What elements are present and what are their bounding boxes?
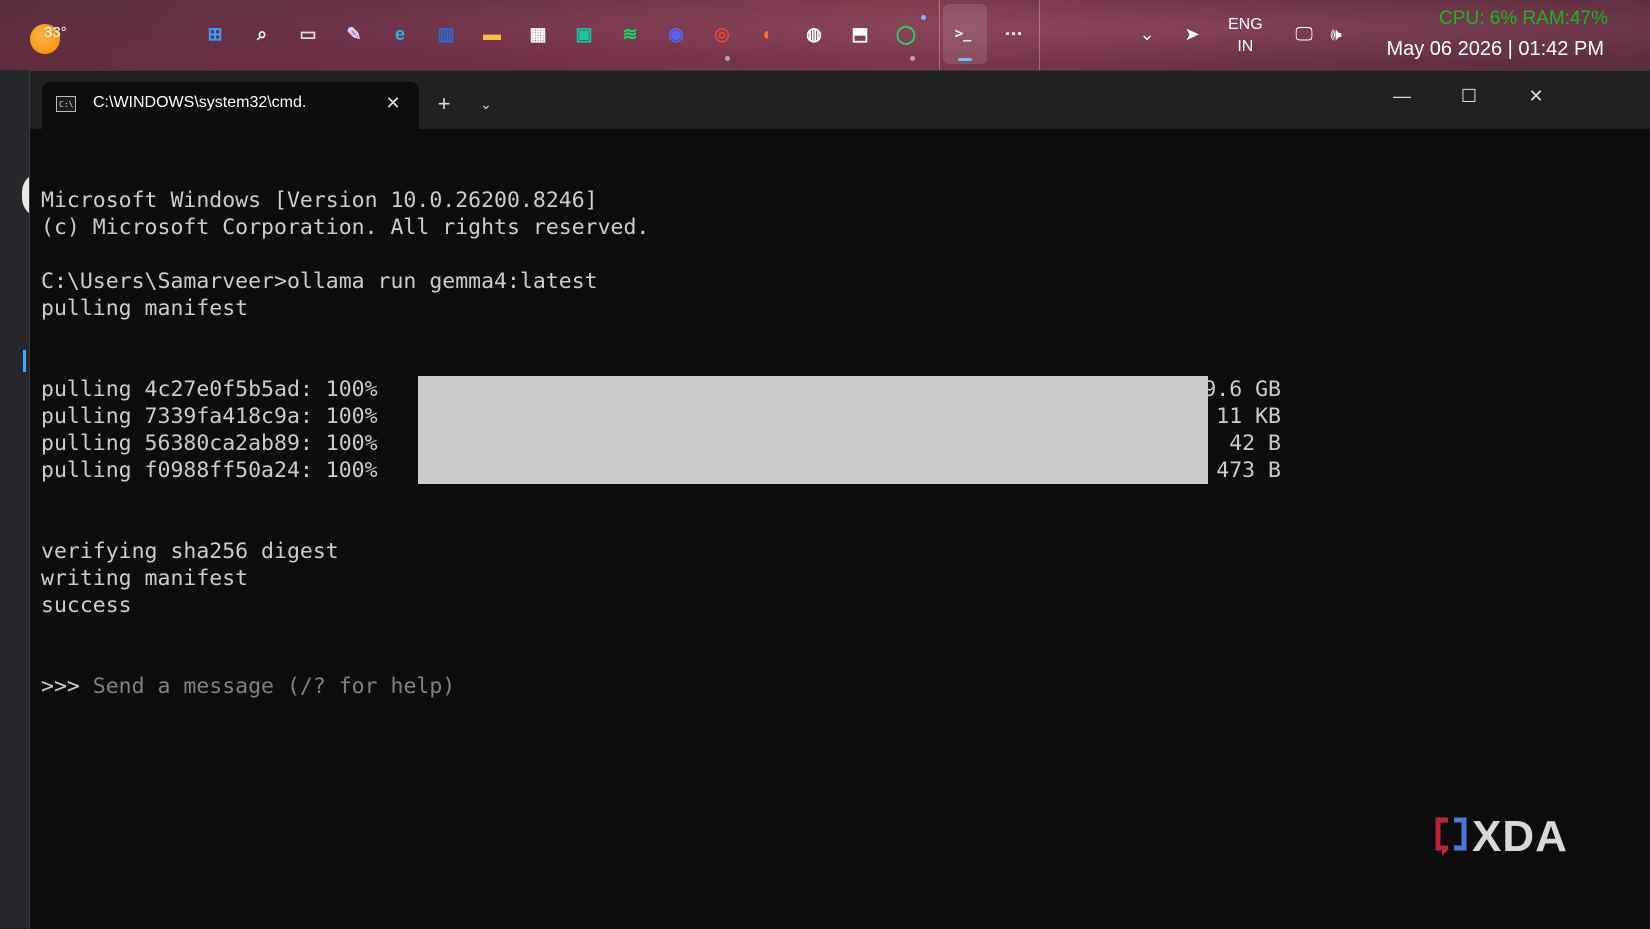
language-indicator[interactable]: ENG IN [1228,14,1263,58]
new-tab-button[interactable]: + [429,89,459,119]
tab-cmd[interactable]: C:\ C:\WINDOWS\system32\cmd. ✕ [42,82,419,129]
console-line: Microsoft Windows [Version 10.0.26200.82… [41,188,598,213]
file-explorer-icon[interactable]: ▬ [478,20,506,48]
search-icon[interactable]: ⌕ [248,20,276,48]
pull-label: pulling f0988ff50a24: 100% [41,458,378,483]
console-output[interactable]: Microsoft Windows [Version 10.0.26200.82… [41,133,1650,929]
weather-temperature: 33° [44,24,67,41]
pull-size: 11 KB [1216,404,1281,429]
pull-label: pulling 4c27e0f5b5ad: 100% [41,377,378,402]
progress-bar [418,430,1208,457]
pull-row: pulling 56380ca2ab89: 100% 42 B [41,430,1650,457]
terminal-icon[interactable]: >_ [949,20,977,48]
progress-bar-fill [418,376,1208,403]
console-line: C:\Users\Samarveer>ollama run gemma4:lat… [41,269,598,294]
prompt-symbol: >>> [41,674,93,699]
discord-icon[interactable]: ◉ [662,20,690,48]
console-line: writing manifest [41,566,249,591]
xda-watermark: XDA [1434,812,1568,862]
progress-bar [418,403,1208,430]
pull-row: pulling 7339fa418c9a: 100% 11 KB [41,403,1650,430]
pull-label: pulling 56380ca2ab89: 100% [41,431,378,456]
chrome-icon[interactable]: ◎ [708,20,736,48]
pull-size: 42 B [1229,431,1281,456]
taskbar: 33° ⊞ ⌕ ▭ ✎ e ▥ ▬ ▦ ▣ ≋ ◉ ◎ ◐ ◍ ⬒ ◯ >_ ··· ⌄ ➤ ENG IN 🖵 🕪… [0,0,1650,70]
terminal-active-indicator [958,58,972,61]
pull-size: 9.6 GB [1203,377,1281,402]
firefox-icon[interactable]: ◐ [754,20,782,48]
pull-row: pulling 4c27e0f5b5ad: 100% 9.6 GB [41,376,1650,403]
system-stats: CPU: 6% RAM:47% [1439,8,1608,29]
progress-bar [418,457,1208,484]
edge-icon[interactable]: e [386,20,414,48]
tab-title: C:\WINDOWS\system32\cmd. [93,94,307,111]
minimize-button[interactable]: — [1382,79,1422,113]
location-icon[interactable]: ➤ [1178,20,1206,48]
console-line: pulling manifest [41,296,249,321]
running-indicator-whatsapp [910,56,915,61]
task-view-icon[interactable]: ▭ [294,20,322,48]
console-line: success [41,593,132,618]
paint-icon[interactable]: ✎ [340,20,368,48]
cmd-icon: C:\ [56,96,76,112]
spotify-icon[interactable]: ≋ [616,20,644,48]
terminal-stats-icon[interactable]: ▥ [432,20,460,48]
pycharm-icon[interactable]: ▣ [570,20,598,48]
prompt-line[interactable]: >>> Send a message (/? for help) [41,673,1650,700]
terminal-window: C:\ C:\WINDOWS\system32\cmd. ✕ + ⌄ — ☐ ✕… [29,70,1650,929]
progress-bar-fill [418,430,1208,457]
xda-logo-text: XDA [1472,812,1568,861]
taskbar-separator [1039,0,1040,70]
tab-close-icon[interactable]: ✕ [380,90,406,116]
background-window-accent [23,350,26,372]
title-bar[interactable]: C:\ C:\WINDOWS\system32\cmd. ✕ + ⌄ — ☐ ✕ [30,71,1650,129]
whatsapp-icon[interactable]: ◯ [892,20,920,48]
console-line: verifying sha256 digest [41,539,339,564]
taskbar-separator [939,0,940,70]
weather-widget[interactable]: 33° [28,12,68,56]
tray-overflow-chevron-icon[interactable]: ⌄ [1133,20,1161,48]
clock-datetime[interactable]: May 06 2026 | 01:42 PM [1386,38,1604,61]
steam-icon[interactable]: ◍ [800,20,828,48]
network-icon[interactable]: 🖵 [1290,20,1318,48]
epic-games-icon[interactable]: ⬒ [846,20,874,48]
more-apps-icon[interactable]: ··· [1000,20,1028,48]
prompt-placeholder: Send a message (/? for help) [92,674,456,699]
running-indicator-chrome [725,56,730,61]
microsoft-store-icon[interactable]: ▦ [524,20,552,48]
windows-start-icon[interactable]: ⊞ [201,20,229,48]
pull-row: pulling f0988ff50a24: 100% 473 B [41,457,1650,484]
progress-bar [418,376,1208,403]
tab-dropdown-chevron-icon[interactable]: ⌄ [472,89,500,119]
pull-size: 473 B [1216,458,1281,483]
progress-bar-fill [418,457,1208,484]
pull-label: pulling 7339fa418c9a: 100% [41,404,378,429]
maximize-button[interactable]: ☐ [1449,79,1489,113]
notification-dot-whatsapp [921,15,926,20]
xda-logo-icon [1435,817,1467,856]
console-line: (c) Microsoft Corporation. All rights re… [41,215,650,240]
volume-icon[interactable]: 🕪 [1322,20,1350,48]
close-button[interactable]: ✕ [1516,79,1556,113]
progress-bar-fill [418,403,1208,430]
